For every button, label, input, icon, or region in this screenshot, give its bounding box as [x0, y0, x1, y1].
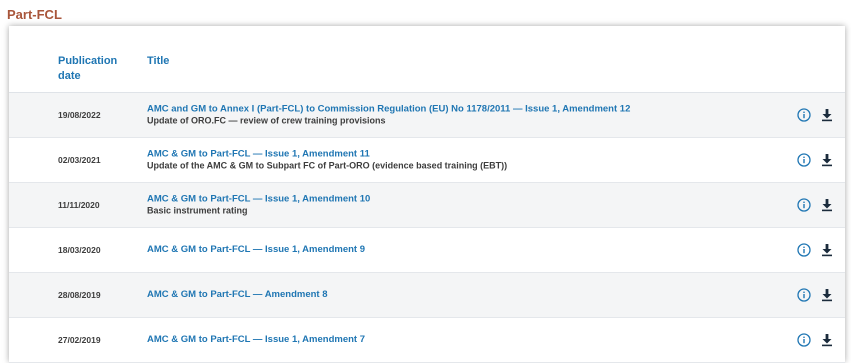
publication-date: 28/08/2019 [58, 290, 101, 300]
table-row: 02/03/2021 AMC & GM to Part-FCL — Issue 1… [9, 138, 845, 183]
info-icon[interactable] [797, 108, 811, 122]
section-title: Part-FCL [7, 7, 62, 22]
info-icon[interactable] [797, 243, 811, 257]
document-description: Update of ORO.FC — review of crew traini… [147, 115, 386, 126]
publication-date: 02/03/2021 [58, 155, 101, 165]
table-row: 19/08/2022 AMC and GM to Annex I (Part-FC… [9, 93, 845, 138]
document-title-link[interactable]: AMC & GM to Part-FCL — Issue 1, Amendmen… [147, 334, 767, 346]
publications-table: Publication date Title 19/08/2022 AMC and… [9, 26, 845, 363]
download-icon[interactable] [821, 333, 833, 347]
info-icon[interactable] [797, 288, 811, 302]
info-icon[interactable] [797, 333, 811, 347]
title-cell: AMC & GM to Part-FCL — Issue 1, Amendmen… [147, 334, 767, 346]
info-icon[interactable] [797, 153, 811, 167]
title-cell: AMC and GM to Annex I (Part-FCL) to Comm… [147, 104, 767, 127]
title-cell: AMC & GM to Part-FCL — Issue 1, Amendmen… [147, 244, 767, 256]
document-description: Update of the AMC & GM to Subpart FC of … [147, 160, 508, 171]
download-icon[interactable] [821, 198, 833, 212]
header-title: Title [147, 55, 170, 67]
table-row: 18/03/2020 AMC & GM to Part-FCL — Issue 1… [9, 228, 845, 273]
download-icon[interactable] [821, 243, 833, 257]
document-title-link[interactable]: AMC & GM to Part-FCL — Amendment 8 [147, 289, 767, 301]
header-publication-date: Publication date [58, 55, 118, 82]
table-row: 27/02/2019 AMC & GM to Part-FCL — Issue 1… [9, 318, 845, 363]
publication-date: 19/08/2022 [58, 110, 101, 120]
publication-date: 18/03/2020 [58, 245, 101, 255]
document-title-link[interactable]: AMC & GM to Part-FCL — Issue 1, Amendmen… [147, 149, 767, 161]
table-header: Publication date Title [9, 26, 845, 93]
document-title-link[interactable]: AMC & GM to Part-FCL — Issue 1, Amendmen… [147, 244, 767, 256]
title-cell: AMC & GM to Part-FCL — Issue 1, Amendmen… [147, 149, 767, 172]
publication-date: 11/11/2020 [58, 200, 100, 210]
download-icon[interactable] [821, 288, 833, 302]
download-icon[interactable] [821, 108, 833, 122]
document-description: Basic instrument rating [147, 205, 248, 216]
download-icon[interactable] [821, 153, 833, 167]
publication-date: 27/02/2019 [58, 335, 101, 345]
info-icon[interactable] [797, 198, 811, 212]
title-cell: AMC & GM to Part-FCL — Issue 1, Amendmen… [147, 194, 767, 217]
document-title-link[interactable]: AMC and GM to Annex I (Part-FCL) to Comm… [147, 104, 767, 116]
table-row: 28/08/2019 AMC & GM to Part-FCL — Amendme… [9, 273, 845, 318]
title-cell: AMC & GM to Part-FCL — Amendment 8 [147, 289, 767, 301]
document-title-link[interactable]: AMC & GM to Part-FCL — Issue 1, Amendmen… [147, 194, 767, 206]
table-row: 11/11/2020 AMC & GM to Part-FCL — Issue 1… [9, 183, 845, 228]
